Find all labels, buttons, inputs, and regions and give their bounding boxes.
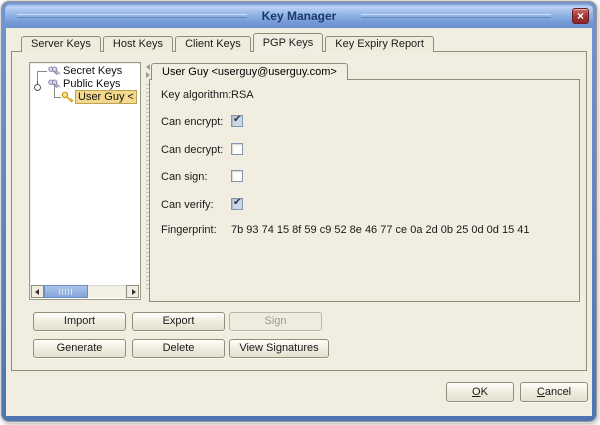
- scrollbar-track[interactable]: [44, 285, 126, 298]
- tree-horizontal-scrollbar: [31, 285, 139, 298]
- tab-pgp-keys[interactable]: PGP Keys: [253, 33, 324, 52]
- divider-expand-icon[interactable]: [146, 72, 150, 78]
- generate-button[interactable]: Generate: [33, 339, 126, 358]
- can-encrypt-checkbox[interactable]: [231, 115, 243, 127]
- tree-expand-handle[interactable]: [34, 84, 41, 91]
- close-button[interactable]: ×: [572, 8, 589, 24]
- cancel-mnemonic: C: [537, 386, 545, 398]
- can-decrypt-label: Can decrypt:: [161, 144, 223, 156]
- close-icon: ×: [577, 9, 584, 23]
- ok-mnemonic: O: [472, 386, 481, 398]
- window-title: Key Manager: [5, 9, 593, 23]
- can-decrypt-checkbox[interactable]: [231, 143, 243, 155]
- key-manager-window: Key Manager × Server Keys Host Keys Clie…: [1, 1, 597, 422]
- can-verify-checkbox[interactable]: [231, 198, 243, 210]
- tab-host-keys[interactable]: Host Keys: [103, 36, 173, 52]
- sign-button[interactable]: Sign: [229, 312, 322, 331]
- delete-button[interactable]: Delete: [132, 339, 225, 358]
- titlebar[interactable]: Key Manager ×: [5, 4, 593, 28]
- ok-rest: K: [481, 386, 488, 398]
- fingerprint-value: 7b 93 74 15 8f 59 c9 52 8e 46 77 ce 0a 2…: [231, 224, 529, 236]
- ok-button[interactable]: OK: [446, 382, 514, 402]
- can-encrypt-label: Can encrypt:: [161, 116, 223, 128]
- can-verify-label: Can verify:: [161, 199, 214, 211]
- can-sign-label: Can sign:: [161, 171, 207, 183]
- tab-client-keys[interactable]: Client Keys: [175, 36, 251, 52]
- scroll-left-icon: [35, 289, 39, 295]
- key-icon: [61, 91, 75, 109]
- tab-user-guy-key[interactable]: User Guy <userguy@userguy.com>: [151, 63, 348, 80]
- pgp-keys-panel: Secret Keys Public Keys: [11, 51, 587, 371]
- cancel-button[interactable]: Cancel: [520, 382, 588, 402]
- main-tabbar: Server Keys Host Keys Client Keys PGP Ke…: [21, 33, 436, 52]
- import-button[interactable]: Import: [33, 312, 126, 331]
- dialog-content: Server Keys Host Keys Client Keys PGP Ke…: [6, 28, 592, 416]
- scroll-right-icon: [132, 289, 136, 295]
- scrollbar-right-button[interactable]: [126, 285, 139, 298]
- can-sign-checkbox[interactable]: [231, 170, 243, 182]
- scrollbar-left-button[interactable]: [31, 285, 44, 298]
- tree-item-secret-keys[interactable]: Secret Keys: [63, 65, 122, 78]
- cancel-rest: ancel: [545, 386, 571, 398]
- scrollbar-thumb[interactable]: [44, 285, 88, 298]
- keys-icon: [47, 78, 61, 96]
- divider-collapse-icon[interactable]: [146, 64, 150, 70]
- view-signatures-button[interactable]: View Signatures: [229, 339, 329, 358]
- key-algorithm-value: RSA: [231, 89, 254, 101]
- key-tree[interactable]: Secret Keys Public Keys: [29, 62, 141, 300]
- tree-item-user-guy[interactable]: User Guy <: [75, 90, 137, 104]
- tree-branch-line: [37, 71, 47, 85]
- export-button[interactable]: Export: [132, 312, 225, 331]
- tab-key-expiry-report[interactable]: Key Expiry Report: [325, 36, 434, 52]
- key-algorithm-label: Key algorithm:: [161, 89, 231, 101]
- key-detail-panel: Key algorithm: RSA Can encrypt: Can decr…: [149, 79, 580, 302]
- fingerprint-label: Fingerprint:: [161, 224, 217, 236]
- tab-server-keys[interactable]: Server Keys: [21, 36, 101, 52]
